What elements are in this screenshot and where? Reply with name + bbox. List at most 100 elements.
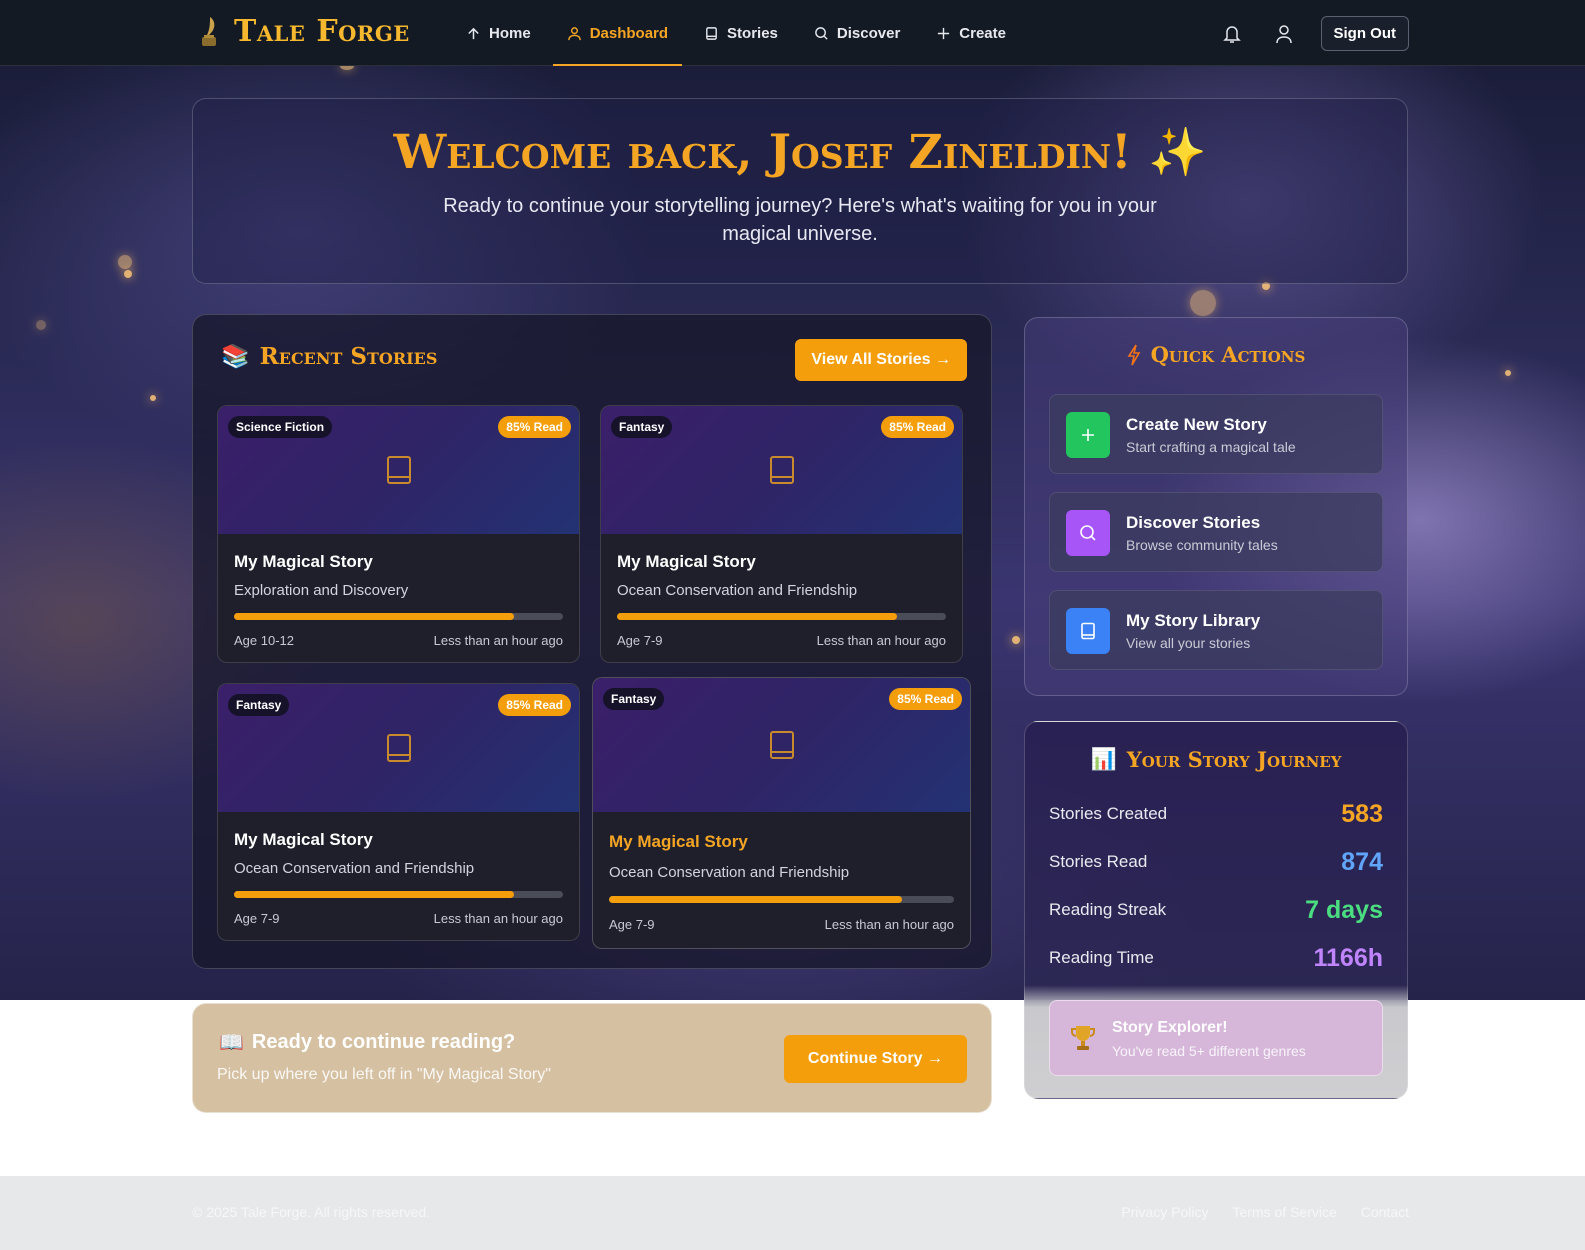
genre-badge: Fantasy: [603, 688, 665, 710]
bell-icon: [1222, 25, 1241, 43]
read-badge: 85% Read: [498, 694, 571, 716]
qa-subtitle: Start crafting a magical tale: [1126, 439, 1296, 455]
welcome-subtitle: Ready to continue your storytelling jour…: [443, 195, 1157, 245]
footer-link-privacy[interactable]: Privacy Policy: [1121, 1204, 1208, 1220]
nav-home[interactable]: Home: [448, 0, 549, 66]
user-icon: [567, 26, 581, 40]
progress-fill: [234, 613, 514, 620]
plus-icon: [1082, 429, 1094, 441]
story-time: Less than an hour ago: [433, 633, 563, 648]
nav-home-label: Home: [489, 24, 531, 42]
brand[interactable]: Tale Forge: [196, 14, 410, 49]
progress-bar: [234, 891, 563, 898]
quick-actions-panel: Quick Actions Create New Story Start cra…: [1024, 317, 1408, 696]
stat-label: Stories Created: [1049, 804, 1168, 823]
read-badge: 85% Read: [498, 416, 571, 438]
quick-actions-title: Quick Actions: [1150, 342, 1306, 367]
qa-subtitle: Browse community tales: [1126, 537, 1278, 553]
nav-dashboard-label: Dashboard: [589, 24, 669, 42]
stat-label: Reading Time: [1049, 948, 1154, 967]
footer-copyright: © 2025 Tale Forge. All rights reserved.: [192, 1204, 431, 1220]
genre-badge: Science Fiction: [228, 416, 333, 438]
footer-link-terms[interactable]: Terms of Service: [1233, 1204, 1337, 1220]
story-journey-heading: 📊 Your Story Journey: [1025, 746, 1407, 772]
qa-title: Discover Stories: [1126, 513, 1261, 532]
book-icon: [769, 731, 794, 759]
search-icon: [1080, 525, 1096, 541]
continue-story-button[interactable]: Continue Story →: [783, 1035, 967, 1083]
achievement-badge: Story Explorer! You've read 5+ different…: [1049, 1000, 1383, 1076]
recent-stories-title: Recent Stories: [259, 343, 438, 370]
continue-heading: 📖 Ready to continue reading?: [219, 1030, 515, 1055]
books-icon: 📚: [221, 343, 250, 370]
discover-stories-action[interactable]: Discover Stories Browse community tales: [1049, 492, 1383, 572]
progress-fill: [609, 896, 903, 903]
story-time: Less than an hour ago: [433, 911, 563, 926]
sign-out-button[interactable]: Sign Out: [1320, 16, 1409, 51]
nav-stories-label: Stories: [727, 24, 778, 42]
my-story-library-action[interactable]: My Story Library View all your stories: [1049, 590, 1383, 670]
stat-reading-time: Reading Time 1166h: [1049, 943, 1383, 973]
continue-title: Ready to continue reading?: [251, 1031, 516, 1053]
qa-title: Create New Story: [1126, 415, 1267, 434]
story-age: Age 7-9: [234, 911, 280, 926]
continue-reading-banner: 📖 Ready to continue reading? Pick up whe…: [192, 1003, 992, 1113]
quill-ink-icon: [202, 16, 216, 46]
create-new-story-action[interactable]: Create New Story Start crafting a magica…: [1049, 394, 1383, 474]
story-cover: Fantasy 85% Read: [601, 406, 962, 534]
lightning-icon: [1127, 344, 1141, 365]
search-icon: [815, 26, 828, 40]
continue-subtitle: Pick up where you left off in "My Magica…: [217, 1066, 551, 1083]
stat-value: 1166h: [1313, 943, 1383, 972]
story-cover: Fantasy 85% Read: [218, 684, 579, 812]
plus-icon: [938, 27, 950, 39]
chart-icon: 📊: [1090, 746, 1117, 771]
story-card[interactable]: Fantasy 85% Read My Magical Story Ocean …: [600, 405, 963, 663]
story-card[interactable]: Fantasy 85% Read My Magical Story Ocean …: [592, 677, 971, 949]
story-theme: Exploration and Discovery: [234, 582, 409, 599]
notifications-button[interactable]: [1217, 17, 1247, 51]
nav-right: Sign Out: [1217, 16, 1409, 51]
stat-value: 7 days: [1305, 895, 1383, 924]
nav-stories[interactable]: Stories: [686, 0, 796, 66]
nav-create[interactable]: Create: [918, 0, 1024, 66]
progress-bar: [609, 896, 954, 903]
progress-bar: [617, 613, 946, 620]
stat-value: 583: [1341, 799, 1383, 828]
book-icon: [1081, 622, 1095, 640]
profile-button[interactable]: [1269, 17, 1299, 51]
book-icon: [386, 734, 411, 762]
story-theme: Ocean Conservation and Friendship: [234, 860, 475, 877]
story-age: Age 7-9: [609, 917, 655, 932]
nav-dashboard[interactable]: Dashboard: [549, 0, 686, 66]
story-card[interactable]: Science Fiction 85% Read My Magical Stor…: [217, 405, 580, 663]
nav-create-label: Create: [959, 24, 1006, 42]
story-theme: Ocean Conservation and Friendship: [609, 864, 850, 881]
arrow-up-icon: [468, 27, 479, 39]
footer: © 2025 Tale Forge. All rights reserved. …: [0, 1176, 1585, 1250]
stat-label: Reading Streak: [1049, 900, 1167, 919]
story-theme: Ocean Conservation and Friendship: [617, 582, 858, 599]
quick-actions-heading: Quick Actions: [1025, 342, 1407, 367]
footer-link-contact[interactable]: Contact: [1361, 1204, 1409, 1220]
story-age: Age 7-9: [617, 633, 663, 648]
story-journey-title: Your Story Journey: [1126, 746, 1342, 772]
story-time: Less than an hour ago: [824, 917, 954, 932]
story-card[interactable]: Fantasy 85% Read My Magical Story Ocean …: [217, 683, 580, 941]
story-cover: Fantasy 85% Read: [593, 678, 970, 812]
welcome-title: Welcome back, Josef Zineldin! ✨: [393, 125, 1207, 180]
qa-title: My Story Library: [1126, 611, 1261, 630]
stat-stories-read: Stories Read 874: [1049, 847, 1383, 877]
open-book-icon: 📖: [219, 1032, 244, 1054]
stat-stories-created: Stories Created 583: [1049, 799, 1383, 829]
story-time: Less than an hour ago: [816, 633, 946, 648]
qa-icon-box: [1066, 412, 1110, 458]
nav-discover[interactable]: Discover: [796, 0, 918, 66]
nav-links: Home Dashboard Stories Discover Create: [448, 0, 1024, 66]
genre-badge: Fantasy: [611, 416, 673, 438]
top-navbar: Tale Forge Home Dashboard Stories Discov…: [0, 0, 1585, 66]
view-all-stories-button[interactable]: View All Stories →: [795, 339, 967, 381]
book-icon: [769, 456, 794, 484]
stat-value: 874: [1341, 847, 1383, 876]
badge-title: Story Explorer!: [1112, 1019, 1228, 1036]
